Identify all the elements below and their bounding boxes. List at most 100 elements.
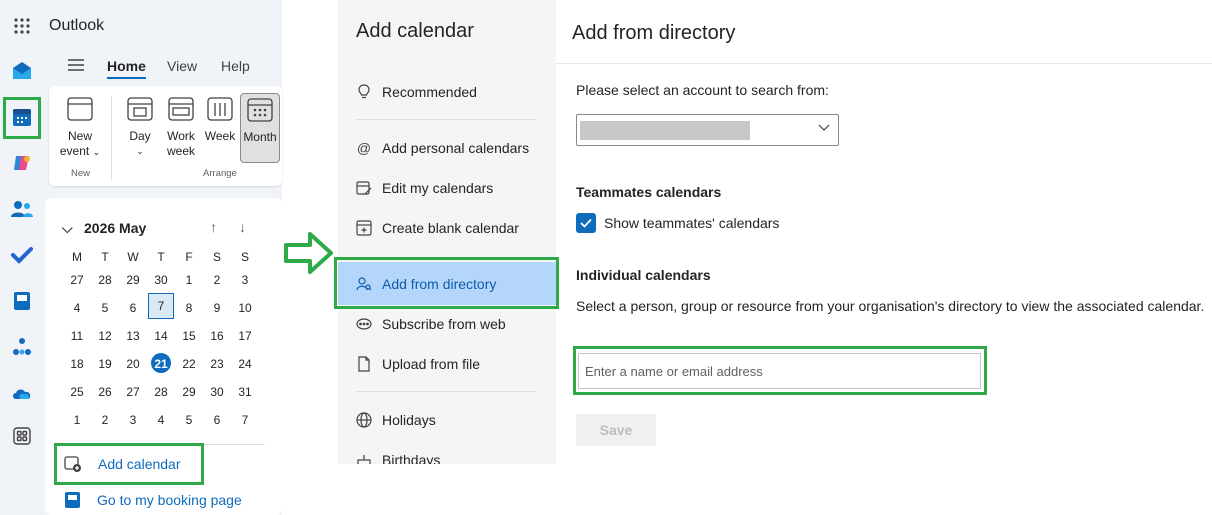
calendar-day[interactable]: 23 [204, 357, 230, 371]
calendar-day[interactable]: 11 [64, 329, 90, 343]
calendar-day[interactable]: 4 [148, 413, 174, 427]
checkmark-icon [580, 218, 592, 228]
app-title: Outlook [49, 17, 105, 34]
booking-page-link[interactable]: Go to my booking page [64, 491, 242, 509]
calendar-day[interactable]: 17 [232, 329, 258, 343]
people-icon[interactable] [4, 191, 40, 227]
work-week-label-line2: week [166, 144, 195, 158]
edit-calendar-icon [356, 181, 372, 195]
calendar-day[interactable]: 13 [120, 329, 146, 343]
week-view-button[interactable]: Week [203, 96, 237, 144]
menu-item-add-from-directory[interactable]: Add from directory [338, 262, 556, 305]
bookings-icon[interactable] [4, 283, 40, 319]
calendar-day[interactable]: 27 [120, 385, 146, 399]
new-event-label-line2: event ⌄ [59, 144, 101, 158]
calendar-day[interactable]: 28 [92, 273, 118, 287]
menu-item-holidays[interactable]: Holidays [338, 400, 556, 440]
onedrive-icon[interactable] [4, 375, 40, 411]
menu-item-label: Add from directory [382, 275, 497, 292]
calendar-day[interactable]: 2 [204, 273, 230, 287]
calendar-day[interactable]: 29 [176, 385, 202, 399]
month-view-icon [247, 98, 273, 122]
mini-calendar-header[interactable]: ⌵ 2026 May [62, 220, 146, 237]
calendar-day[interactable]: 25 [64, 385, 90, 399]
calendar-day[interactable]: 19 [92, 357, 118, 371]
calendar-day[interactable]: 26 [92, 385, 118, 399]
calendar-day[interactable]: 30 [148, 273, 174, 287]
menu-item-label: Edit my calendars [382, 180, 494, 196]
globe-icon [356, 412, 372, 428]
app-launcher-icon[interactable] [4, 8, 40, 44]
add-calendar-icon [64, 456, 81, 472]
calendar-day[interactable]: 7 [232, 413, 258, 427]
teammates-checkbox[interactable] [576, 213, 596, 233]
menu-item-upload-from-file[interactable]: Upload from file [338, 344, 556, 384]
calendar-icon[interactable] [4, 99, 40, 135]
day-view-button[interactable]: Day ⌄ [123, 96, 157, 159]
menu-item-edit-my-calendars[interactable]: Edit my calendars [338, 168, 556, 208]
menu-item-add-personal-calendars[interactable]: @ Add personal calendars [338, 128, 556, 168]
calendar-day[interactable]: 15 [176, 329, 202, 343]
teammates-checkbox-label[interactable]: Show teammates' calendars [604, 215, 779, 231]
tab-view[interactable]: View [167, 58, 197, 74]
weekday-header: S [240, 250, 249, 264]
calendar-day[interactable]: 22 [176, 357, 202, 371]
name-or-email-input[interactable] [578, 353, 981, 389]
calendar-day[interactable]: 10 [232, 301, 258, 315]
calendar-day-selected[interactable]: 7 [148, 293, 174, 319]
calendar-day[interactable]: 24 [232, 357, 258, 371]
calendar-day[interactable]: 6 [120, 301, 146, 315]
org-explorer-icon[interactable] [4, 329, 40, 365]
create-calendar-icon [356, 220, 372, 236]
calendar-day[interactable]: 6 [204, 413, 230, 427]
calendar-day[interactable]: 30 [204, 385, 230, 399]
menu-item-birthdays[interactable]: Birthdays [338, 440, 556, 464]
menu-item-create-blank-calendar[interactable]: Create blank calendar [338, 208, 556, 248]
calendar-day[interactable]: 4 [64, 301, 90, 315]
calendar-day[interactable]: 1 [64, 413, 90, 427]
calendar-day[interactable]: 12 [92, 329, 118, 343]
calendar-day-today[interactable]: 21 [148, 357, 174, 371]
new-event-button[interactable]: New event ⌄ [58, 96, 102, 160]
month-label: 2026 May [84, 220, 147, 236]
work-week-view-button[interactable]: Work week [162, 96, 200, 159]
calendar-day[interactable]: 5 [176, 413, 202, 427]
more-apps-icon[interactable] [4, 418, 40, 454]
menu-item-recommended[interactable]: Recommended [338, 72, 556, 112]
previous-month-arrow-icon[interactable]: ↑ [210, 219, 217, 235]
weekday-header: F [185, 250, 193, 264]
tab-home[interactable]: Home [107, 58, 146, 74]
calendar-day[interactable]: 1 [176, 273, 202, 287]
calendar-day[interactable]: 28 [148, 385, 174, 399]
tab-help[interactable]: Help [221, 58, 250, 74]
todo-icon[interactable] [4, 237, 40, 273]
calendar-day[interactable]: 27 [64, 273, 90, 287]
calendar-day[interactable]: 5 [92, 301, 118, 315]
calendar-day[interactable]: 31 [232, 385, 258, 399]
chevron-down-icon[interactable] [818, 124, 830, 132]
add-calendar-link[interactable]: Add calendar [64, 455, 181, 473]
calendar-day[interactable]: 2 [92, 413, 118, 427]
calendar-day[interactable]: 14 [148, 329, 174, 343]
calendar-day[interactable]: 18 [64, 357, 90, 371]
calendar-day[interactable]: 3 [232, 273, 258, 287]
weekday-header: M [72, 250, 82, 264]
ribbon-divider [111, 96, 112, 180]
save-button[interactable]: Save [576, 414, 656, 446]
individual-heading: Individual calendars [576, 267, 711, 283]
calendar-day[interactable]: 8 [176, 301, 202, 315]
menu-item-label: Recommended [382, 84, 477, 100]
month-view-button[interactable]: Month [240, 93, 280, 163]
copilot-icon[interactable] [4, 145, 40, 181]
calendar-day[interactable]: 29 [120, 273, 146, 287]
mail-icon[interactable] [4, 53, 40, 89]
next-month-arrow-icon[interactable]: ↓ [239, 219, 246, 235]
calendar-day[interactable]: 3 [120, 413, 146, 427]
individual-description: Select a person, group or resource from … [576, 298, 1205, 314]
calendar-day[interactable]: 16 [204, 329, 230, 343]
calendar-day[interactable]: 20 [120, 357, 146, 371]
booking-page-icon [65, 492, 80, 508]
menu-item-subscribe-from-web[interactable]: Subscribe from web [338, 304, 556, 344]
hamburger-menu-icon[interactable] [67, 58, 85, 72]
calendar-day[interactable]: 9 [204, 301, 230, 315]
